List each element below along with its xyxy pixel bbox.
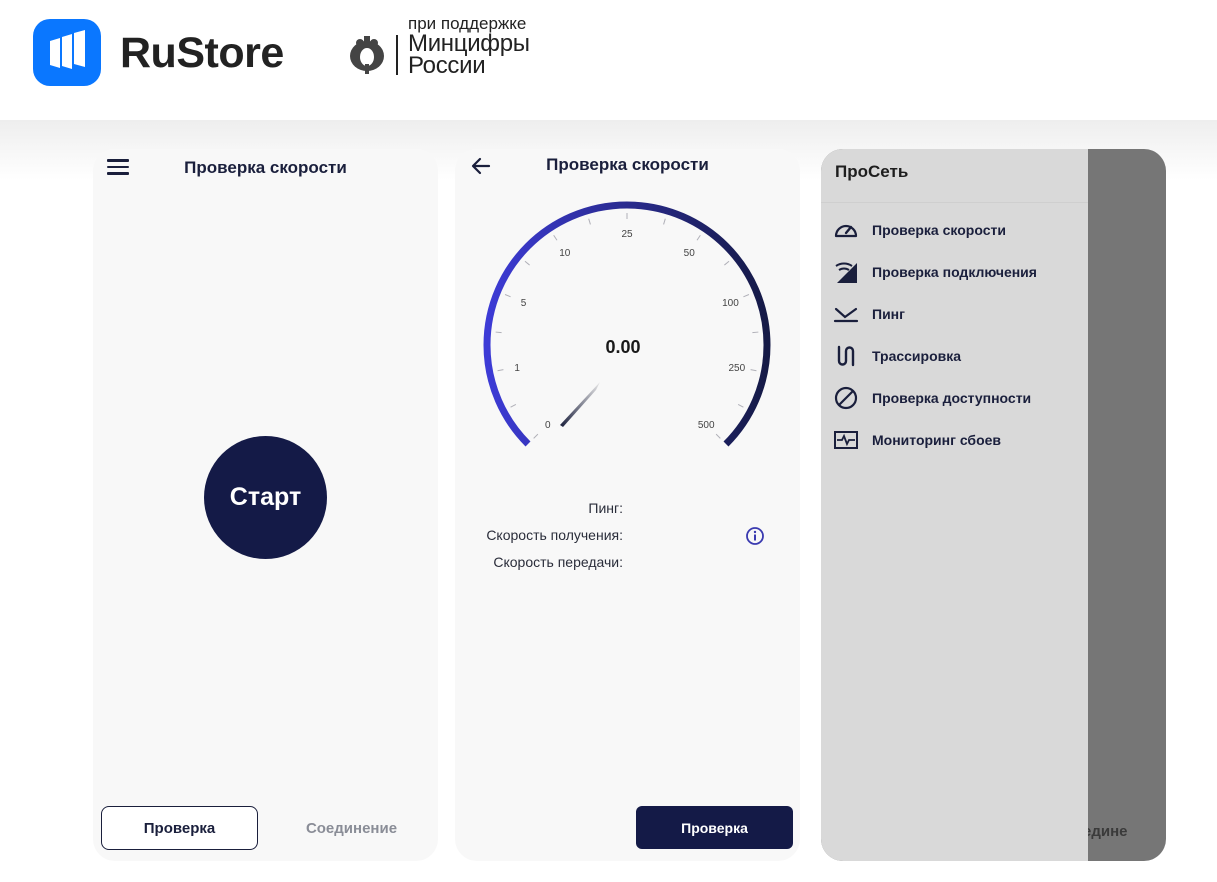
screen-start: Проверка скорости Старт Проверка Соедине… [93, 149, 438, 861]
gauge-tick [588, 218, 591, 225]
gauge-scale-label: 1 [514, 363, 520, 374]
gauge-scale-label: 5 [521, 298, 527, 309]
signal-icon [835, 262, 857, 283]
gauge-tick [724, 260, 730, 266]
check-button[interactable]: Проверка [636, 806, 793, 849]
gauge-tick [696, 234, 701, 241]
emblem-icon [350, 36, 384, 74]
gauge-tick [663, 218, 666, 225]
menu-item-connection-check[interactable]: Проверка подключения [833, 258, 1083, 286]
download-label: Скорость получения: [486, 527, 623, 543]
gauge-arc [483, 201, 771, 447]
speedometer-icon [834, 224, 858, 238]
gauge-tick [752, 331, 759, 334]
gauge-tick [553, 234, 558, 241]
monitoring-icon [834, 431, 858, 449]
brand-name: RuStore [120, 29, 284, 77]
gauge-tick [495, 331, 502, 334]
menu-item-label: Проверка подключения [872, 264, 1037, 280]
navigation-drawer: ПроСеть Проверка скорости Проверка подкл… [821, 149, 1088, 861]
gauge-scale-label: 10 [559, 248, 571, 259]
gauge-tick [743, 294, 750, 298]
gauge-tick [715, 433, 721, 439]
menu-item-label: Проверка скорости [872, 222, 1006, 238]
start-button[interactable]: Старт [204, 436, 327, 559]
ministry-line-2: России [408, 52, 486, 79]
gauge-tick [737, 403, 744, 408]
ministry-name: Минцифры России [408, 32, 530, 79]
ping-label: Пинг: [588, 500, 623, 516]
screen-title: Проверка скорости [184, 158, 347, 177]
gauge-ticks: 0 1 5 10 25 50 100 250 500 [483, 201, 771, 447]
menu-item-label: Мониторинг сбоев [872, 432, 1002, 448]
upload-label: Скорость передачи: [493, 554, 623, 570]
menu-item-ping[interactable]: Пинг [833, 300, 1083, 328]
ping-icon [833, 307, 859, 323]
gauge-scale-label: 0 [545, 420, 551, 431]
menu-item-label: Проверка доступности [872, 390, 1032, 406]
info-icon[interactable] [745, 526, 765, 546]
route-icon [837, 345, 855, 367]
drawer-title: ПроСеть [835, 162, 909, 181]
menu-item-label: Пинг [872, 306, 905, 322]
page-header: RuStore при поддержке Минцифры России [0, 0, 1217, 120]
tab-check[interactable]: Проверка [101, 806, 258, 850]
menu-item-traceroute[interactable]: Трассировка [833, 342, 1083, 370]
block-icon [834, 386, 858, 410]
gauge-tick [750, 369, 757, 372]
gauge-tick [533, 433, 539, 439]
gauge-tick [504, 294, 511, 298]
menu-item-availability[interactable]: Проверка доступности [833, 384, 1083, 412]
gauge-tick [524, 260, 530, 266]
rustore-logo-icon [33, 19, 101, 86]
menu-item-monitoring[interactable]: Мониторинг сбоев [833, 426, 1083, 454]
gauge-scale-label: 50 [684, 248, 696, 259]
gauge-value: 0.00 [605, 337, 640, 357]
drawer-divider [821, 202, 1088, 203]
gauge-scale-label: 250 [729, 363, 746, 374]
background-tab-fragment: Соединение [1088, 823, 1128, 840]
menu-item-speed-test[interactable]: Проверка скорости [833, 216, 1083, 244]
screen-drawer: Соединение ПроСеть Проверка скорости Про… [821, 149, 1166, 861]
divider [396, 35, 398, 75]
tab-connection[interactable]: Соединение [273, 806, 430, 850]
gauge-tick [497, 369, 504, 372]
gauge-scale-label: 500 [698, 420, 715, 431]
gauge-tick [510, 403, 517, 408]
gauge-scale-label: 25 [621, 229, 633, 240]
menu-item-label: Трассировка [872, 348, 962, 364]
gauge-needle [560, 382, 600, 427]
gauge-scale-label: 100 [722, 298, 739, 309]
speed-gauge: 0 1 5 10 25 50 100 250 500 0.00 [483, 201, 771, 447]
screen-speedtest: Проверка скорости 0 1 5 10 25 50 100 250 500 0.0… [455, 149, 800, 861]
